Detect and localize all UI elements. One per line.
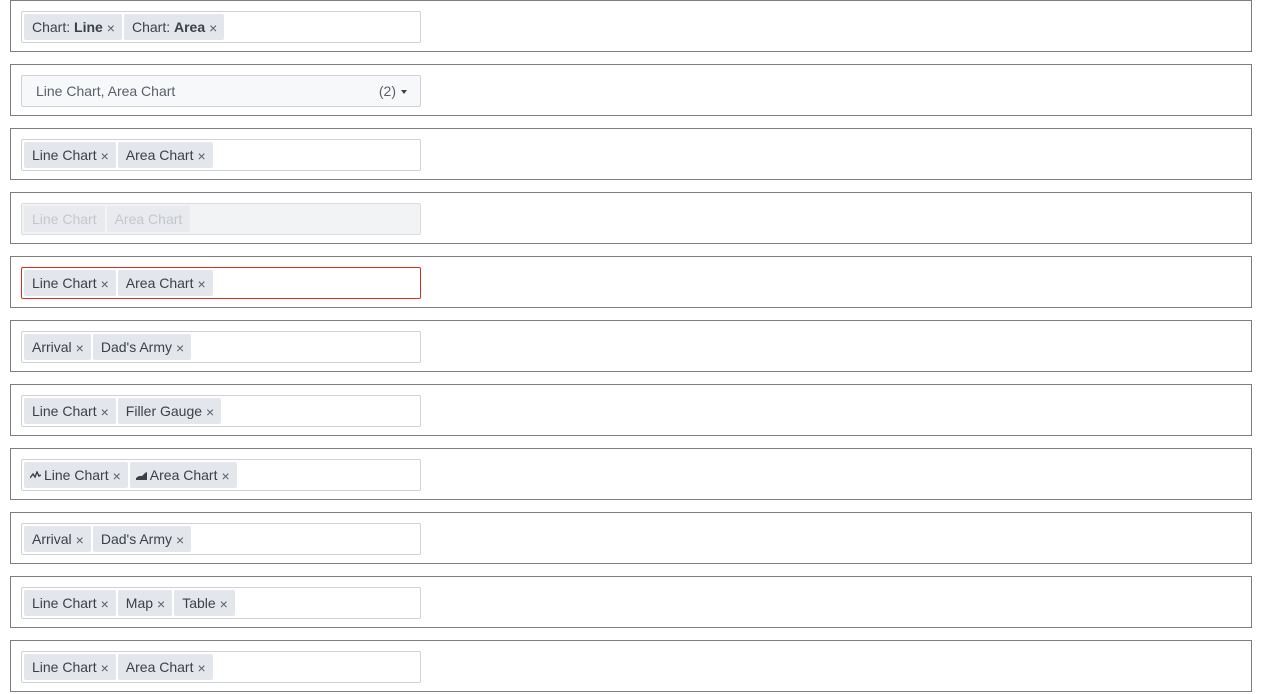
selected-tag: Area Chart × — [129, 462, 237, 488]
remove-tag-icon[interactable]: × — [206, 405, 214, 419]
tag-label: Arrival — [32, 531, 72, 547]
multiselect-field[interactable]: Chart: Line × Chart: Area × — [21, 11, 421, 43]
remove-tag-icon[interactable]: × — [107, 21, 115, 35]
tag-prefix: Chart: — [131, 19, 171, 35]
selected-tag: Table × — [174, 590, 235, 616]
example-row: Line Chart, Area Chart (2) — [10, 64, 1252, 116]
tag-label: Area Chart — [149, 467, 218, 483]
tag-label: Area Chart — [125, 659, 194, 675]
multiselect-field-disabled: Line Chart Area Chart — [21, 203, 421, 235]
selected-tag: Line Chart × — [24, 398, 116, 424]
tag-label: Dad's Army — [100, 339, 172, 355]
selected-summary: Line Chart, Area Chart — [36, 83, 176, 99]
example-row: Chart: Line × Chart: Area × — [10, 0, 1252, 52]
selected-tag: Dad's Army × — [92, 334, 192, 360]
selected-count-text: (2) — [378, 83, 396, 99]
selected-tag: Map × — [117, 590, 173, 616]
selected-tag: Area Chart × — [117, 654, 213, 680]
selected-tag: Line Chart × — [24, 462, 128, 488]
selected-tag: Line Chart × — [24, 590, 116, 616]
selected-tag: Filler Gauge × — [117, 398, 222, 424]
remove-tag-icon[interactable]: × — [220, 597, 228, 611]
multiselect-field[interactable]: Line Chart × Area Chart × — [21, 459, 421, 491]
tag-label: Area — [174, 19, 206, 35]
remove-tag-icon[interactable]: × — [197, 661, 205, 675]
example-row: Arrival × Dad's Army × — [10, 512, 1252, 564]
tag-prefix: Chart: — [32, 19, 71, 35]
tag-label: Area Chart — [125, 147, 194, 163]
tag-label: Line Chart — [32, 595, 97, 611]
multiselect-field[interactable]: Line Chart × Area Chart × — [21, 139, 421, 171]
selected-tag: Area Chart × — [117, 142, 213, 168]
remove-tag-icon[interactable]: × — [197, 277, 205, 291]
multiselect-field-error[interactable]: Line Chart × Area Chart × — [21, 267, 421, 299]
remove-tag-icon[interactable]: × — [101, 661, 109, 675]
multiselect-dropdown[interactable]: Line Chart, Area Chart (2) — [21, 75, 421, 107]
tag-label: Table — [182, 595, 216, 611]
selected-tag: Line Chart × — [24, 654, 116, 680]
example-row: Line Chart × Area Chart × — [10, 256, 1252, 308]
selected-tag: Line Chart — [24, 206, 105, 232]
multiselect-field[interactable]: Line Chart × Map × Table × — [21, 587, 421, 619]
tag-label: Line Chart — [32, 403, 97, 419]
example-row: Arrival × Dad's Army × — [10, 320, 1252, 372]
example-row: Line Chart × Area Chart × — [10, 448, 1252, 500]
selected-count: (2) — [379, 83, 407, 99]
tag-label: Line Chart — [32, 211, 97, 227]
remove-tag-icon[interactable]: × — [176, 533, 184, 547]
tag-label: Line Chart — [32, 147, 97, 163]
caret-down-icon — [401, 89, 407, 94]
tag-label: Area Chart — [114, 211, 183, 227]
remove-tag-icon[interactable]: × — [176, 341, 184, 355]
multiselect-field[interactable]: Arrival × Dad's Army × — [21, 331, 421, 363]
tag-label: Line Chart — [32, 275, 97, 291]
remove-tag-icon[interactable]: × — [101, 149, 109, 163]
remove-tag-icon[interactable]: × — [197, 149, 205, 163]
tag-label: Line Chart — [44, 467, 109, 483]
remove-tag-icon[interactable]: × — [101, 597, 109, 611]
tag-label: Dad's Army — [100, 531, 172, 547]
area-chart-icon — [135, 471, 147, 480]
remove-tag-icon[interactable]: × — [101, 277, 109, 291]
tag-label: Area Chart — [125, 275, 194, 291]
tag-label: Line Chart — [32, 659, 97, 675]
remove-tag-icon[interactable]: × — [76, 341, 84, 355]
selected-tag: Chart: Line × — [24, 14, 122, 40]
selected-tag: Area Chart × — [117, 270, 213, 296]
selected-tag: Line Chart × — [24, 142, 116, 168]
multiselect-field[interactable]: Arrival × Dad's Army × — [21, 523, 421, 555]
remove-tag-icon[interactable]: × — [157, 597, 165, 611]
remove-tag-icon[interactable]: × — [76, 533, 84, 547]
selected-tag: Area Chart — [106, 206, 191, 232]
selected-tag: Arrival × — [24, 334, 91, 360]
multiselect-field[interactable]: Line Chart × Area Chart × — [21, 651, 421, 683]
selected-tag: Line Chart × — [24, 270, 116, 296]
tag-label: Arrival — [32, 339, 72, 355]
example-row: Line Chart × Map × Table × — [10, 576, 1252, 628]
selected-tag: Arrival × — [24, 526, 91, 552]
example-row: Line Chart × Filler Gauge × — [10, 384, 1252, 436]
tag-label: Filler Gauge — [125, 403, 203, 419]
example-row: Line Chart Area Chart — [10, 192, 1252, 244]
remove-tag-icon[interactable]: × — [209, 21, 217, 35]
example-row: Line Chart × Area Chart × — [10, 128, 1252, 180]
multiselect-field[interactable]: Line Chart × Filler Gauge × — [21, 395, 421, 427]
selected-tag: Chart: Area × — [123, 14, 225, 40]
remove-tag-icon[interactable]: × — [113, 469, 121, 483]
remove-tag-icon[interactable]: × — [101, 405, 109, 419]
line-chart-icon — [30, 470, 41, 478]
tag-label: Line — [74, 19, 103, 35]
tag-label: Map — [125, 595, 154, 611]
example-row: Line Chart × Area Chart × — [10, 640, 1252, 692]
remove-tag-icon[interactable]: × — [221, 469, 229, 483]
selected-tag: Dad's Army × — [92, 526, 192, 552]
